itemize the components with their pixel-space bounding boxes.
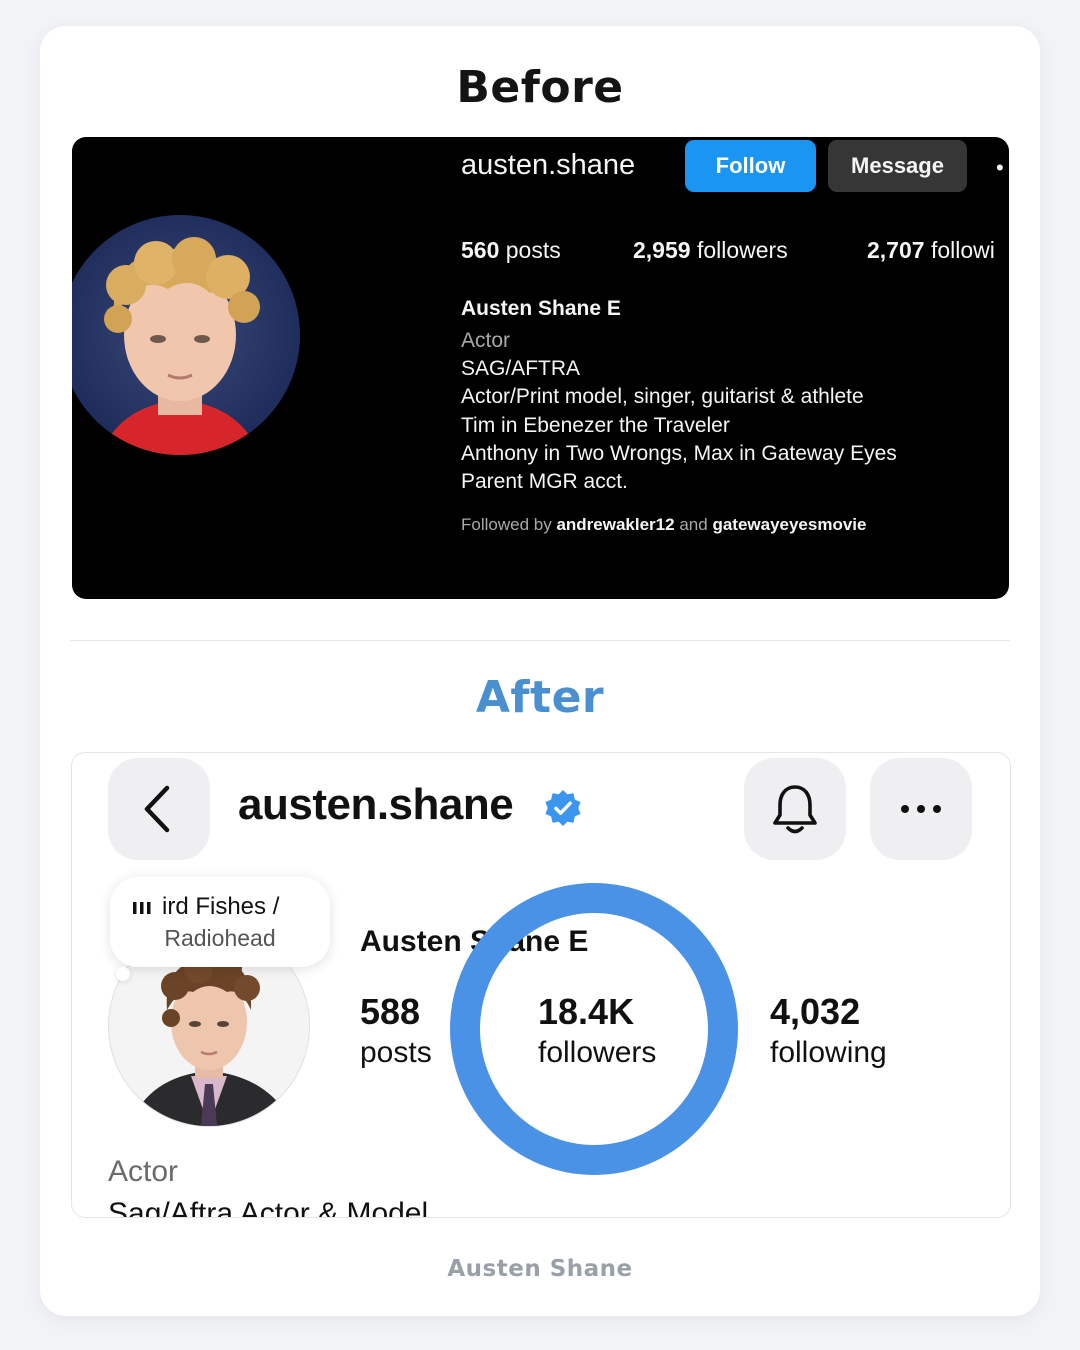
before-profile-screenshot: austen.shane Follow Message • 560 posts … (72, 137, 1009, 599)
music-note-bubble[interactable]: ird Fishes / Radiohead (110, 877, 330, 967)
followers-highlight-circle (450, 883, 738, 1175)
before-bio-line: Actor/Print model, singer, guitarist & a… (461, 385, 864, 409)
followed-by-user-link[interactable]: andrewakler12 (556, 515, 674, 534)
before-posts-stat[interactable]: 560 posts (461, 237, 561, 264)
before-avatar (72, 215, 300, 455)
before-bio-category: Actor (461, 329, 511, 352)
after-bio-category: Actor (108, 1155, 179, 1188)
back-chevron-icon (144, 785, 170, 833)
note-artist: Radiohead (164, 925, 276, 951)
after-profile-screenshot: austen.shane ird Fishes / Radiohead Aust… (71, 752, 1011, 1218)
caption: Austen Shane (447, 1256, 633, 1282)
before-bio-line: Anthony in Two Wrongs, Max in Gateway Ey… (461, 441, 897, 465)
more-options-button[interactable] (870, 758, 972, 860)
after-username: austen.shane (238, 780, 514, 829)
after-following-stat[interactable]: 4,032 following (770, 991, 887, 1073)
note-bubble-tail (116, 967, 130, 981)
comparison-card: Before austen.shane Follow Message • 560… (40, 26, 1040, 1316)
before-followers-stat[interactable]: 2,959 followers (633, 237, 788, 264)
music-bars-icon (133, 902, 151, 914)
note-song: ird Fishes / (132, 893, 279, 921)
more-options-icon[interactable]: • (996, 155, 1004, 181)
section-divider (70, 640, 1010, 641)
bell-icon (773, 785, 817, 834)
followed-by-user-link[interactable]: gatewayeyesmovie (712, 515, 866, 534)
followed-by-line: Followed by andrewakler12 and gatewayeye… (461, 515, 867, 534)
before-bio-line: Parent MGR acct. (461, 470, 628, 494)
message-button[interactable]: Message (828, 140, 967, 192)
after-posts-stat[interactable]: 588 posts (360, 991, 432, 1073)
before-bio-line: SAG/AFTRA (461, 357, 581, 381)
before-bio: Actor SAG/AFTRA Actor/Print model, singe… (461, 327, 897, 496)
before-heading: Before (456, 62, 624, 113)
before-bio-line: Tim in Ebenezer the Traveler (461, 413, 730, 437)
before-username: austen.shane (461, 149, 636, 181)
before-following-stat[interactable]: 2,707 followi (867, 237, 995, 264)
after-heading: After (475, 672, 605, 723)
after-bio-line: Sag/Aftra Actor & Model (108, 1197, 429, 1218)
more-dots-icon (901, 805, 941, 813)
notifications-button[interactable] (744, 758, 846, 860)
verified-badge-icon (545, 789, 581, 827)
back-button[interactable] (108, 758, 210, 860)
follow-button[interactable]: Follow (685, 140, 816, 192)
before-display-name: Austen Shane E (461, 297, 621, 320)
